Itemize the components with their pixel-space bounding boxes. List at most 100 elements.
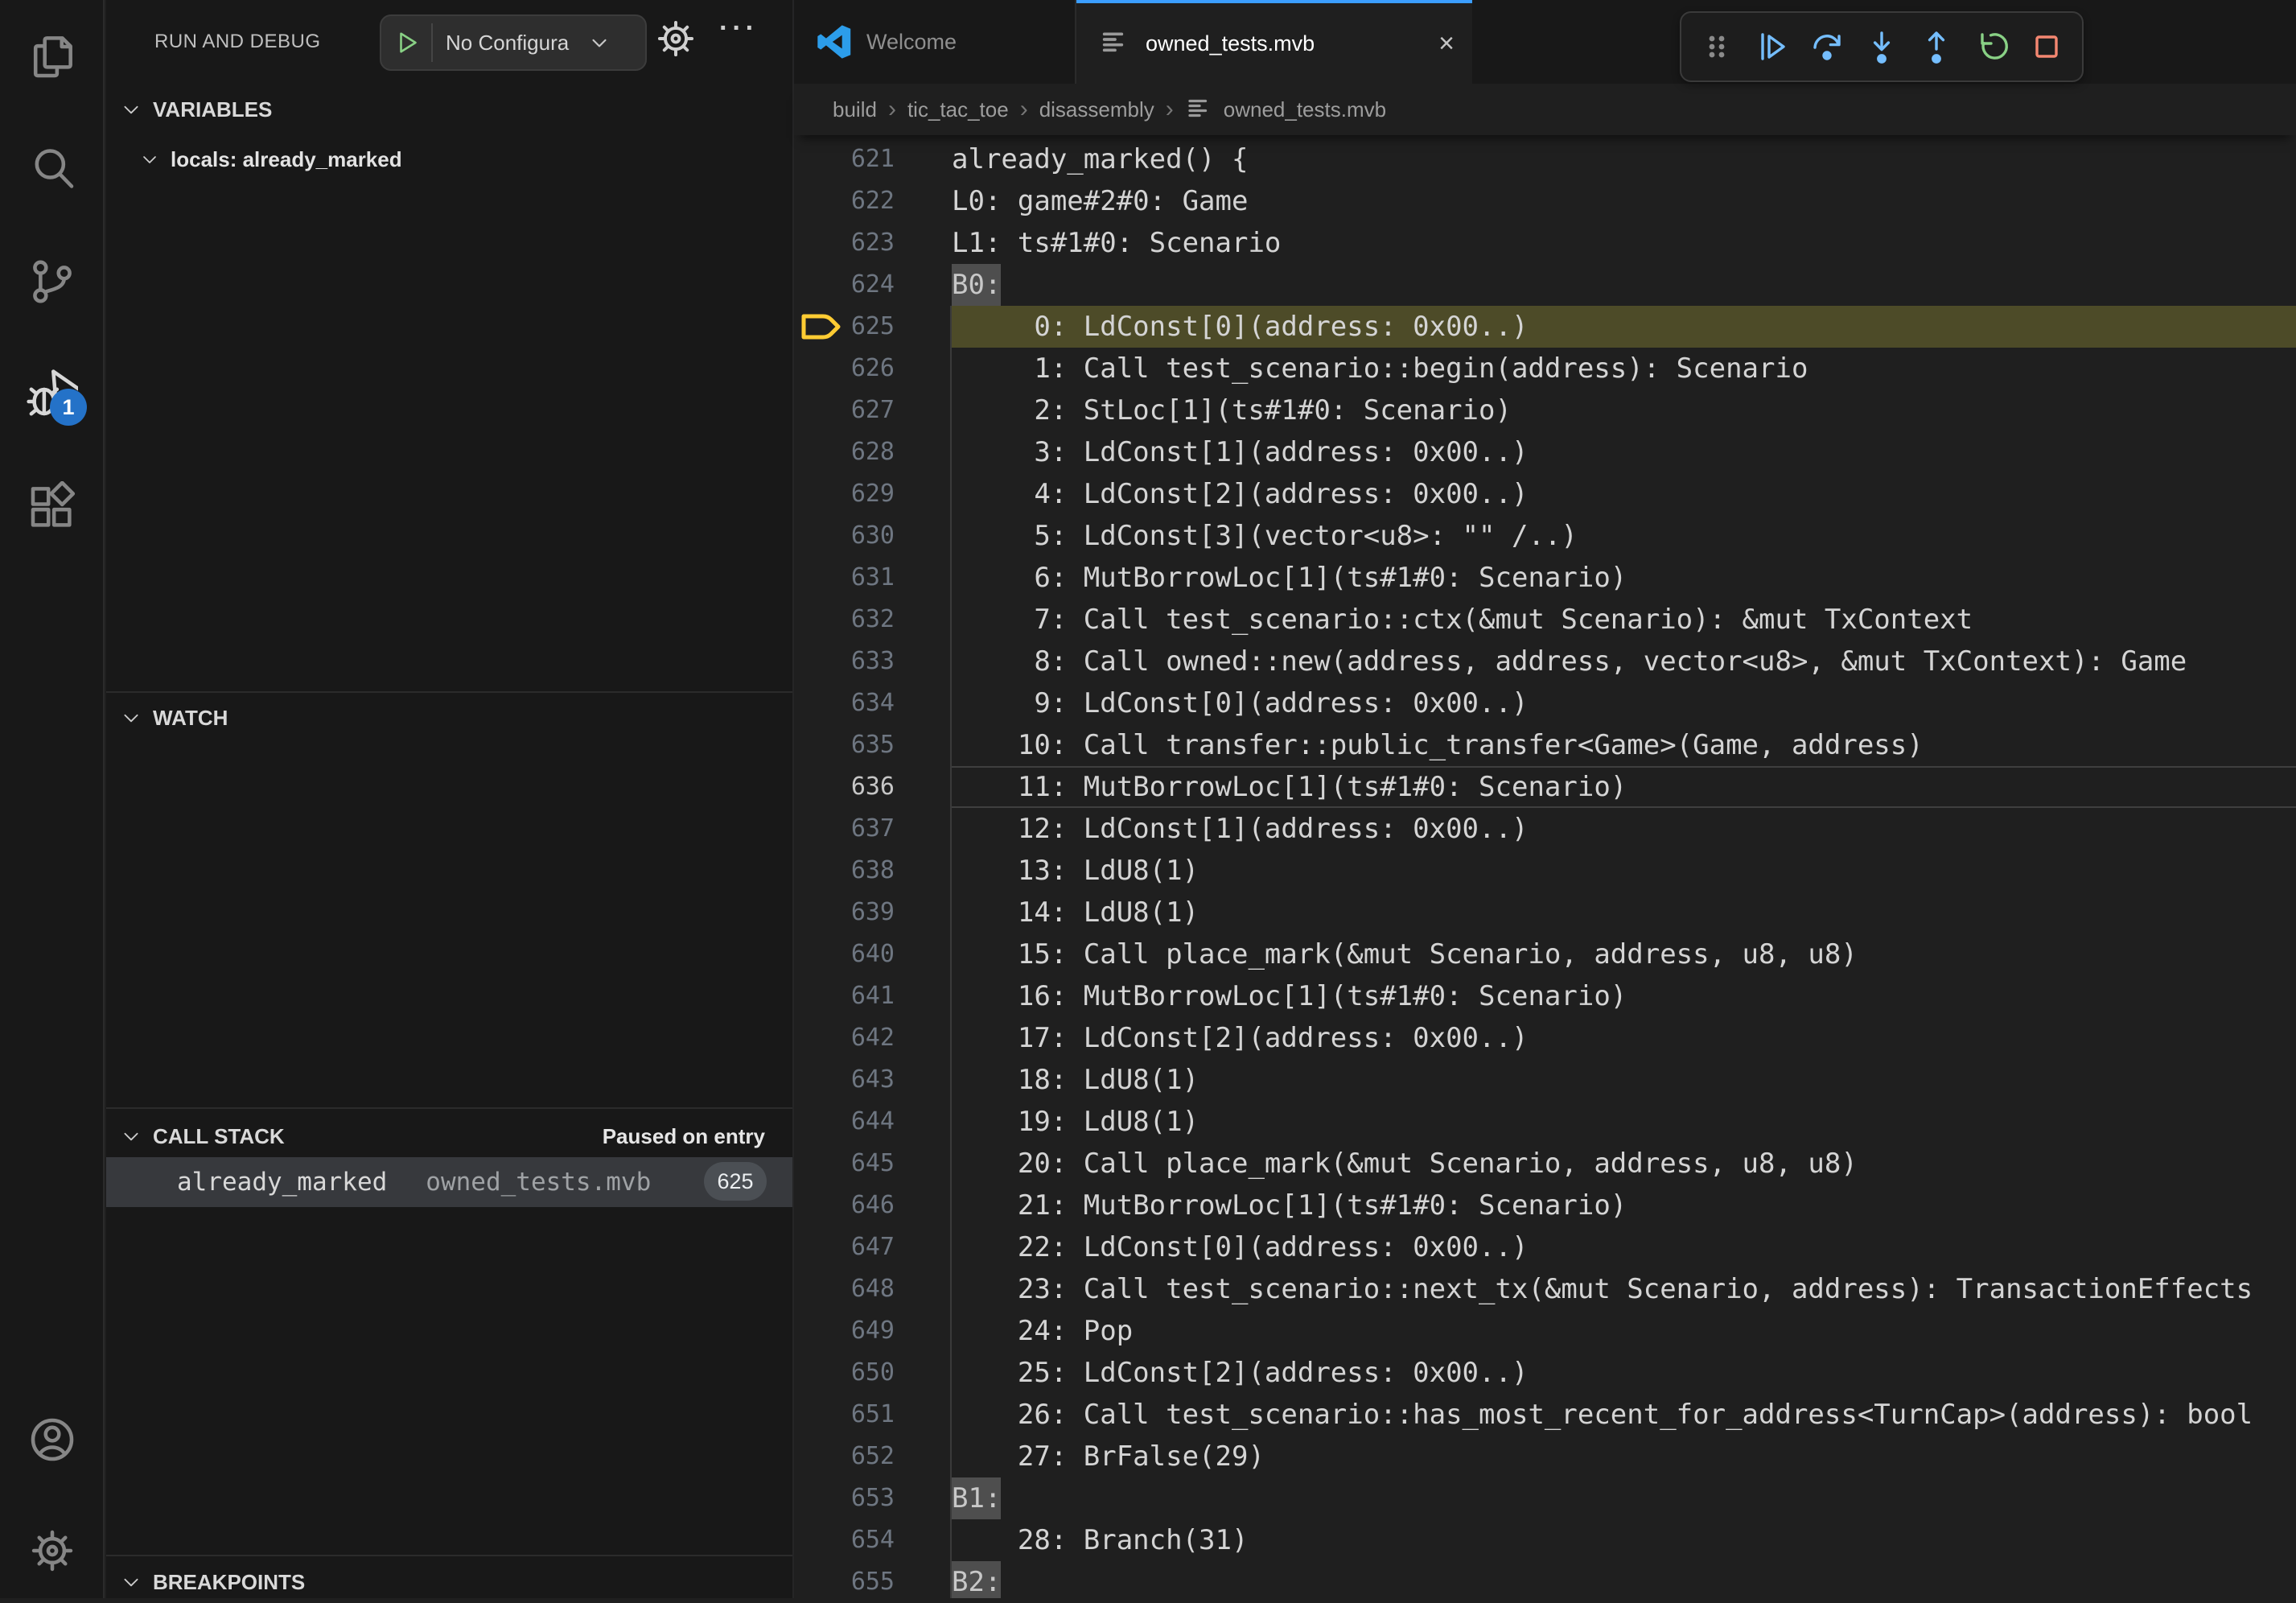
start-debug-icon[interactable] [393, 28, 422, 57]
line-number[interactable]: 638 [794, 850, 895, 892]
line-number[interactable]: 631 [794, 557, 895, 599]
code-line-650[interactable]: 650 25: LdConst[2](address: 0x00..) [794, 1352, 2296, 1394]
account-icon[interactable] [27, 1414, 78, 1465]
line-number[interactable]: 653 [794, 1477, 895, 1519]
line-number[interactable]: 654 [794, 1519, 895, 1561]
step-out-button[interactable] [1915, 26, 1957, 68]
code-line-651[interactable]: 651 26: Call test_scenario::has_most_rec… [794, 1394, 2296, 1436]
step-over-button[interactable] [1806, 26, 1848, 68]
code-line-629[interactable]: 629 4: LdConst[2](address: 0x00..) [794, 473, 2296, 515]
tab-welcome[interactable]: Welcome [794, 0, 1076, 84]
line-number[interactable]: 644 [794, 1101, 895, 1143]
explorer-icon[interactable] [27, 31, 78, 82]
launch-config-dropdown[interactable]: No Configura [380, 14, 647, 71]
code-line-641[interactable]: 641 16: MutBorrowLoc[1](ts#1#0: Scenario… [794, 975, 2296, 1017]
source-control-icon[interactable] [27, 256, 78, 307]
line-number[interactable]: 623 [794, 222, 895, 264]
tab-owned-tests[interactable]: owned_tests.mvb × [1076, 0, 1472, 84]
code-line-655[interactable]: 655B2: [794, 1561, 2296, 1598]
code-line-637[interactable]: 637 12: LdConst[1](address: 0x00..) [794, 808, 2296, 850]
line-number[interactable]: 636 [794, 766, 895, 808]
line-number[interactable]: 655 [794, 1561, 895, 1598]
code-line-621[interactable]: 621already_marked() { [794, 138, 2296, 180]
line-number[interactable]: 622 [794, 180, 895, 222]
code-line-638[interactable]: 638 13: LdU8(1) [794, 850, 2296, 892]
line-number[interactable]: 639 [794, 892, 895, 933]
more-actions-icon[interactable]: ··· [719, 13, 759, 44]
chevron-right-icon: › [1166, 96, 1174, 123]
code-line-643[interactable]: 643 18: LdU8(1) [794, 1059, 2296, 1101]
code-line-633[interactable]: 633 8: Call owned::new(address, address,… [794, 641, 2296, 682]
line-number[interactable]: 634 [794, 682, 895, 724]
settings-gear-icon[interactable] [27, 1525, 78, 1576]
line-number[interactable]: 621 [794, 138, 895, 180]
code-line-624[interactable]: 624B0: [794, 264, 2296, 306]
code-line-627[interactable]: 627 2: StLoc[1](ts#1#0: Scenario) [794, 389, 2296, 431]
breakpoints-section-header[interactable]: BREAKPOINTS [106, 1561, 792, 1603]
code-line-626[interactable]: 626 1: Call test_scenario::begin(address… [794, 348, 2296, 389]
line-number[interactable]: 627 [794, 389, 895, 431]
line-number[interactable]: 641 [794, 975, 895, 1017]
code-line-648[interactable]: 648 23: Call test_scenario::next_tx(&mut… [794, 1268, 2296, 1310]
variables-section-header[interactable]: VARIABLES [106, 89, 792, 130]
step-into-button[interactable] [1861, 26, 1903, 68]
code-line-622[interactable]: 622L0: game#2#0: Game [794, 180, 2296, 222]
line-number[interactable]: 650 [794, 1352, 895, 1394]
restart-button[interactable] [1971, 26, 2013, 68]
line-number[interactable]: 648 [794, 1268, 895, 1310]
code-line-645[interactable]: 645 20: Call place_mark(&mut Scenario, a… [794, 1143, 2296, 1185]
code-line-644[interactable]: 644 19: LdU8(1) [794, 1101, 2296, 1143]
line-number[interactable]: 647 [794, 1226, 895, 1268]
call-stack-frame-row[interactable]: already_marked owned_tests.mvb 625 [106, 1157, 792, 1207]
line-number[interactable]: 640 [794, 933, 895, 975]
code-line-649[interactable]: 649 24: Pop [794, 1310, 2296, 1352]
code-line-654[interactable]: 654 28: Branch(31) [794, 1519, 2296, 1561]
line-number[interactable]: 649 [794, 1310, 895, 1352]
line-number[interactable]: 626 [794, 348, 895, 389]
breadcrumb-item[interactable]: build [833, 97, 877, 122]
line-number[interactable]: 643 [794, 1059, 895, 1101]
code-line-631[interactable]: 631 6: MutBorrowLoc[1](ts#1#0: Scenario) [794, 557, 2296, 599]
line-number[interactable]: 624 [794, 264, 895, 306]
breadcrumb-item[interactable]: tic_tac_toe [907, 97, 1009, 122]
code-line-642[interactable]: 642 17: LdConst[2](address: 0x00..) [794, 1017, 2296, 1059]
code-line-639[interactable]: 639 14: LdU8(1) [794, 892, 2296, 933]
line-number[interactable]: 633 [794, 641, 895, 682]
code-line-640[interactable]: 640 15: Call place_mark(&mut Scenario, a… [794, 933, 2296, 975]
line-number[interactable]: 645 [794, 1143, 895, 1185]
code-line-653[interactable]: 653B1: [794, 1477, 2296, 1519]
line-number[interactable]: 637 [794, 808, 895, 850]
close-icon[interactable]: × [1438, 30, 1455, 57]
breadcrumb-item[interactable]: disassembly [1039, 97, 1154, 122]
code-line-625[interactable]: 625 0: LdConst[0](address: 0x00..) [794, 306, 2296, 348]
code-line-652[interactable]: 652 27: BrFalse(29) [794, 1436, 2296, 1477]
toolbar-drag-handle[interactable] [1696, 26, 1738, 68]
extensions-icon[interactable] [27, 481, 78, 533]
watch-section-header[interactable]: WATCH [106, 697, 792, 739]
variables-scope-row[interactable]: locals: already_marked [106, 138, 792, 180]
line-number[interactable]: 632 [794, 599, 895, 641]
line-number[interactable]: 652 [794, 1436, 895, 1477]
continue-button[interactable] [1751, 26, 1792, 68]
code-line-632[interactable]: 632 7: Call test_scenario::ctx(&mut Scen… [794, 599, 2296, 641]
line-number[interactable]: 646 [794, 1185, 895, 1226]
gutter-space [895, 306, 952, 348]
search-icon[interactable] [27, 142, 78, 193]
line-number[interactable]: 635 [794, 724, 895, 766]
breadcrumb-file[interactable]: owned_tests.mvb [1224, 97, 1386, 122]
stop-button[interactable] [2026, 26, 2068, 68]
code-line-628[interactable]: 628 3: LdConst[1](address: 0x00..) [794, 431, 2296, 473]
code-line-630[interactable]: 630 5: LdConst[3](vector<u8>: "" /..) [794, 515, 2296, 557]
code-line-647[interactable]: 647 22: LdConst[0](address: 0x00..) [794, 1226, 2296, 1268]
debug-settings-gear-icon[interactable] [653, 16, 698, 61]
code-line-636[interactable]: 636 11: MutBorrowLoc[1](ts#1#0: Scenario… [794, 766, 2296, 808]
code-line-635[interactable]: 635 10: Call transfer::public_transfer<G… [794, 724, 2296, 766]
code-line-646[interactable]: 646 21: MutBorrowLoc[1](ts#1#0: Scenario… [794, 1185, 2296, 1226]
line-number[interactable]: 628 [794, 431, 895, 473]
line-number[interactable]: 642 [794, 1017, 895, 1059]
line-number[interactable]: 651 [794, 1394, 895, 1436]
line-number[interactable]: 629 [794, 473, 895, 515]
line-number[interactable]: 630 [794, 515, 895, 557]
code-line-634[interactable]: 634 9: LdConst[0](address: 0x00..) [794, 682, 2296, 724]
code-line-623[interactable]: 623L1: ts#1#0: Scenario [794, 222, 2296, 264]
